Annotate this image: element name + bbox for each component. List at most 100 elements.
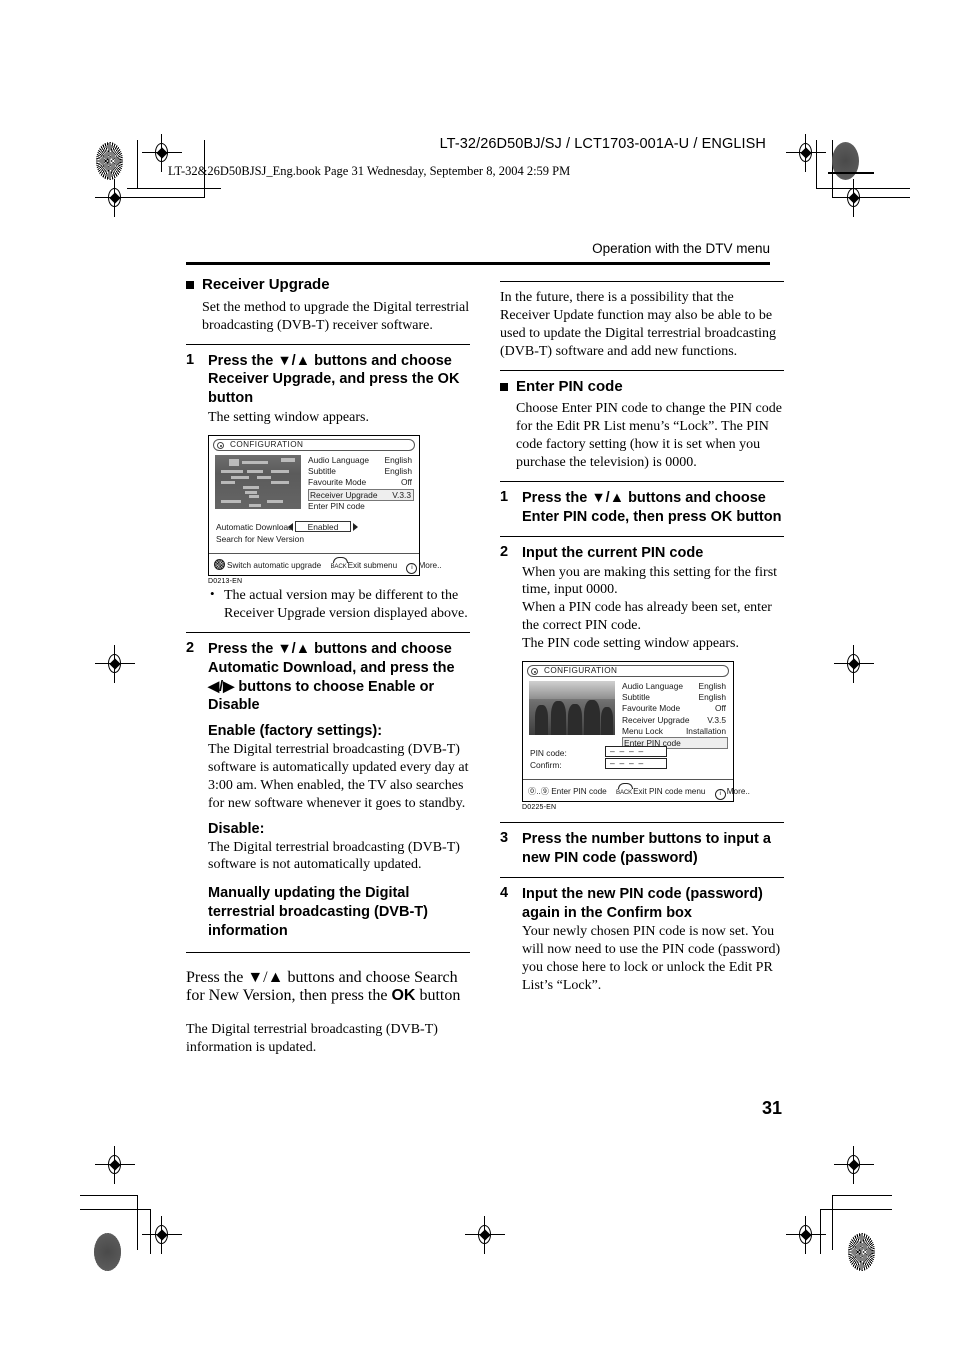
- step-1-receiver-upgrade: 1 Press the ▼/▲ buttons and choose Recei…: [186, 352, 470, 427]
- confirm-label: Confirm:: [530, 760, 562, 771]
- step-heading-part-a: Press the ▼/▲ buttons and choose Receive…: [208, 352, 452, 388]
- head-rule: [186, 262, 770, 265]
- step-heading: Press the ▼/▲ buttons and choose Receive…: [208, 352, 470, 409]
- note-list-receiver-upgrade: The actual version may be different to t…: [186, 586, 470, 623]
- automatic-download-value[interactable]: Enabled: [295, 521, 351, 532]
- osd-hint-text: Switch automatic upgrade: [227, 561, 322, 570]
- step-body: Your newly chosen PIN code is now set. Y…: [522, 924, 781, 994]
- osd-menu-item-value: English: [698, 681, 726, 692]
- osd-video-thumbnail: [215, 455, 301, 509]
- right-column: In the future, there is a possibility th…: [500, 276, 784, 997]
- osd-menu-item[interactable]: Subtitle English: [308, 466, 414, 477]
- osd-menu-item[interactable]: Audio Language English: [308, 455, 414, 466]
- osd-title-bar: CONFIGURATION: [213, 439, 415, 451]
- osd-menu-item-value: Installation: [685, 725, 726, 736]
- osd-menu-item-value: English: [698, 692, 726, 703]
- osd-menu-item[interactable]: Menu Lock Installation: [622, 726, 728, 737]
- right-arrow-icon[interactable]: [353, 523, 358, 531]
- registration-mark: [786, 1216, 826, 1254]
- header-rule: [828, 172, 874, 174]
- enable-body: The Digital terrestrial broadcasting (DV…: [208, 742, 469, 811]
- step-heading-part-b: button: [208, 390, 254, 407]
- crop-line: [127, 188, 221, 189]
- crop-line: [137, 1195, 138, 1250]
- manual-update-heading: Manually updating the Digital terrestria…: [208, 885, 428, 939]
- crop-line: [80, 1209, 150, 1210]
- search-new-version-label[interactable]: Search for New Version: [216, 534, 304, 546]
- enable-heading: Enable (factory settings):: [208, 723, 383, 740]
- osd-menu-item-value: English: [384, 466, 412, 477]
- osd-menu-item-label: Favourite Mode: [308, 477, 367, 488]
- step-number: 2: [500, 543, 509, 560]
- divider: [500, 876, 784, 878]
- left-arrow-icon[interactable]: [288, 523, 293, 531]
- step-heading: Press the ▼/▲ buttons and choose Enter P…: [522, 489, 784, 527]
- osd-menu-item[interactable]: Favourite Mode Off: [622, 703, 728, 714]
- divider: [186, 631, 470, 633]
- crop-line: [127, 197, 205, 198]
- ok-button-label: OK: [710, 508, 733, 525]
- wheel-icon: [214, 559, 225, 570]
- osd-footer-hints: ⓪..⑨ Enter PIN code BACKExit PIN code me…: [528, 783, 750, 801]
- step-3-press-number-buttons: 3 Press the number buttons to input a ne…: [500, 830, 784, 868]
- registration-mark: [95, 645, 135, 683]
- osd-menu-item[interactable]: Favourite Mode Off: [308, 477, 414, 488]
- registration-mark: [95, 1146, 135, 1184]
- info-icon: i: [714, 789, 726, 801]
- osd-menu-item[interactable]: Enter PIN code: [308, 501, 414, 512]
- section-title-text: Receiver Upgrade: [202, 276, 330, 293]
- disable-body: The Digital terrestrial broadcasting (DV…: [208, 839, 460, 873]
- step-body: When you are making this setting for the…: [522, 564, 778, 652]
- step-number: 4: [500, 884, 509, 901]
- osd-menu-item[interactable]: Receiver Upgrade V.3.5: [622, 715, 728, 726]
- ok-button-label: OK: [437, 371, 460, 388]
- future-note: In the future, there is a possibility th…: [500, 290, 777, 359]
- step-heading: Press the number buttons to input a new …: [522, 831, 771, 866]
- halftone-target: [848, 1233, 875, 1271]
- crop-line: [820, 1209, 821, 1254]
- osd-menu-item-label: Audio Language: [308, 455, 370, 465]
- step-number: 3: [500, 830, 509, 847]
- pin-code-input[interactable]: – – – –: [605, 746, 667, 758]
- step-heading: Input the new PIN code (password) again …: [522, 885, 763, 921]
- osd-menu-item-value: Off: [400, 477, 412, 488]
- page-number: 31: [761, 1098, 782, 1118]
- osd-menu-item-value: V.3.5: [707, 714, 726, 725]
- divider: [500, 369, 784, 371]
- note-item: The actual version may be different to t…: [208, 586, 470, 623]
- registration-mark: [834, 645, 874, 683]
- osd-hint-switch-upgrade: Switch automatic upgrade: [214, 559, 321, 573]
- osd-video-thumbnail: [529, 681, 615, 736]
- osd-menu-item-selected[interactable]: Receiver Upgrade V.3.3: [308, 488, 414, 501]
- crop-line: [137, 140, 138, 188]
- osd-menu-item-label: Audio Language: [622, 681, 684, 692]
- osd-pin-labels: PIN code: Confirm:: [530, 747, 567, 771]
- step-1-enter-pin: 1 Press the ▼/▲ buttons and choose Enter…: [500, 489, 784, 527]
- osd-menu-item[interactable]: Audio Language English: [622, 681, 728, 692]
- crop-line: [80, 1195, 138, 1196]
- osd-menu-item-value: V.3.3: [392, 489, 411, 500]
- divider: [500, 822, 784, 824]
- section-title-receiver-upgrade: Receiver Upgrade: [186, 276, 470, 295]
- step-2-input-current-pin: 2 Input the current PIN code When you ar…: [500, 544, 784, 653]
- step-heading-part-b: button: [732, 508, 782, 525]
- confirm-input[interactable]: – – – –: [605, 758, 667, 770]
- osd-menu-item-label: Receiver Upgrade: [622, 714, 690, 725]
- registration-mark: [786, 134, 826, 172]
- registration-mark: [95, 179, 135, 217]
- osd-hint-text: Exit submenu: [347, 561, 398, 570]
- figure-code-1: D0213-EN: [208, 578, 243, 585]
- step-heading: Input the current PIN code: [522, 544, 704, 561]
- manual-update-step: Press the ▼/▲ buttons and choose Search …: [186, 969, 470, 1057]
- osd-menu-list: Audio Language English Subtitle English Fa…: [622, 681, 728, 749]
- step-body: The setting window appears.: [208, 410, 369, 426]
- osd-menu-item[interactable]: Subtitle English: [622, 692, 728, 703]
- osd-hint-enter-pin: ⓪..⑨ Enter PIN code: [528, 785, 607, 799]
- crop-line: [832, 1195, 892, 1196]
- osd-screen-configuration-upgrade: CONFIGURATION Audio Language English Sub…: [208, 435, 442, 576]
- manual-step-body: The Digital terrestrial broadcasting (DV…: [186, 1021, 438, 1055]
- back-icon: BACK: [616, 783, 634, 800]
- running-head: Operation with the DTV menu: [592, 241, 770, 256]
- divider: [186, 343, 470, 345]
- receiver-upgrade-intro: Set the method to upgrade the Digital te…: [202, 299, 470, 333]
